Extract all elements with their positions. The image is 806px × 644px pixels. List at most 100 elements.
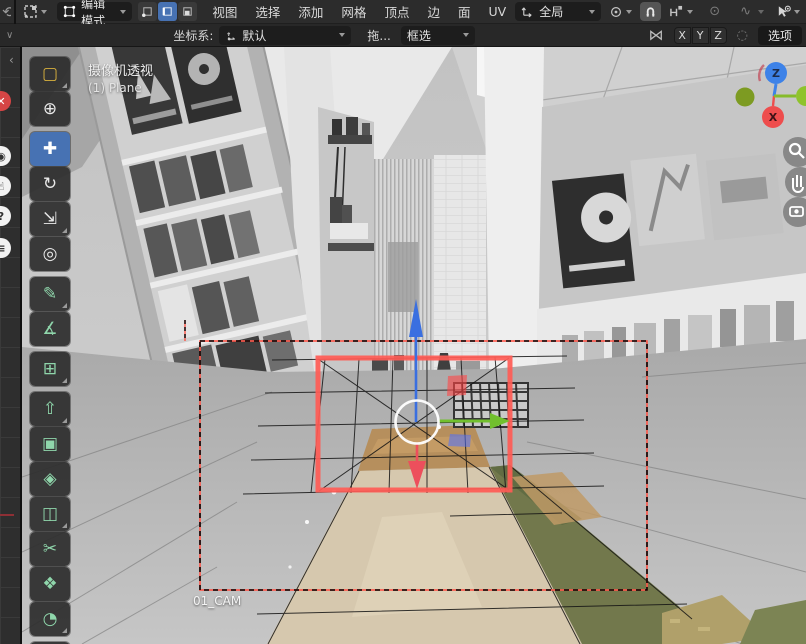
knife-icon: ✂ — [43, 532, 57, 566]
tool-annotate[interactable]: ✎ — [30, 277, 70, 311]
axis-x-label: X — [769, 111, 778, 124]
tool-tweak-select[interactable]: ▢ — [30, 57, 70, 91]
face-mode-button[interactable] — [178, 2, 197, 21]
tool-transform[interactable]: ◎ — [30, 237, 70, 271]
tool-measure[interactable]: ∡ — [30, 312, 70, 346]
subtool-corner-icon — [62, 228, 67, 233]
active-object-label: (1) Plane — [88, 81, 142, 95]
chevron-down-icon — [41, 10, 47, 14]
tool-bevel[interactable]: ◈ — [30, 462, 70, 496]
chevron-down-icon — [758, 10, 764, 14]
editor-type-icon — [23, 4, 38, 19]
options-button[interactable]: 选项 — [758, 26, 802, 45]
add-cube-icon: ⊞ — [43, 352, 57, 386]
chevron-down-icon — [794, 10, 800, 14]
pivot-point-dropdown[interactable] — [605, 2, 636, 21]
inset-faces-icon: ▣ — [42, 427, 58, 461]
side-panel-strip: ‹ ✕ ◉ ☝? ≡ — [0, 47, 22, 644]
list-icon[interactable]: ≡ — [0, 238, 11, 258]
select-mode-group — [138, 2, 197, 21]
orientation-value: 全局 — [539, 3, 584, 20]
poly-build-icon: ❖ — [42, 567, 57, 601]
viewport-3d[interactable]: Z X — [22, 47, 806, 644]
viewport-header: ⟲ 编辑模式 — [0, 0, 806, 24]
mirror-x-button[interactable]: X — [674, 27, 691, 44]
tool-add-cube[interactable]: ⊞ — [30, 352, 70, 386]
menu-uv[interactable]: UV — [479, 4, 515, 19]
subtool-corner-icon — [62, 523, 67, 528]
tool-move[interactable]: ✚ — [30, 132, 70, 166]
help-icon[interactable]: ? — [0, 206, 11, 226]
record-icon[interactable]: ◉ — [0, 146, 11, 166]
annotate-icon: ✎ — [43, 277, 57, 311]
coordinate-system-dropdown[interactable]: 默认 — [219, 26, 351, 45]
edit-mode-icon — [63, 5, 76, 18]
collapse-panel-icon[interactable]: ‹ — [9, 53, 14, 67]
snap-toggle-button[interactable] — [640, 2, 661, 21]
subtool-corner-icon — [62, 418, 67, 423]
tool-settings-bar: ∨ 坐标系: 默认 拖... 框选 ⋈ X Y Z ◌ 选项 — [0, 24, 806, 47]
orientation-axes-icon — [521, 5, 534, 18]
rotate-icon: ↻ — [43, 167, 57, 201]
tool-rotate[interactable]: ↻ — [30, 167, 70, 201]
coordinate-cursor-icon — [225, 29, 237, 42]
subtool-corner-icon — [62, 83, 67, 88]
menu-select[interactable]: 选择 — [246, 2, 289, 21]
snap-target-dropdown[interactable] — [665, 2, 697, 21]
chevron-down-icon — [626, 10, 632, 14]
mirror-y-button[interactable]: Y — [692, 27, 709, 44]
falloff-curve-icon: ∿ — [736, 4, 755, 19]
subtool-corner-icon — [62, 303, 67, 308]
vertex-select-icon — [141, 5, 154, 18]
proportional-falloff-dropdown[interactable]: ∿ — [732, 2, 768, 21]
magnet-icon — [644, 5, 657, 19]
chevron-down-icon — [687, 10, 693, 14]
edge-mode-button[interactable] — [158, 2, 177, 21]
transform-orientation-dropdown[interactable]: 全局 — [515, 2, 601, 21]
extrude-region-icon: ⇧ — [43, 392, 57, 426]
blender-window: ⟲ 编辑模式 — [0, 0, 806, 644]
divider — [14, 0, 16, 24]
measure-icon: ∡ — [42, 312, 57, 346]
cursor-icon: ⊕ — [43, 92, 57, 126]
face-select-icon — [181, 5, 194, 18]
tool-knife[interactable]: ✂ — [30, 532, 70, 566]
tool-inset-faces[interactable]: ▣ — [30, 427, 70, 461]
tool-spin[interactable]: ◔ — [30, 602, 70, 636]
drag-mode-dropdown[interactable]: 框选 — [401, 26, 475, 45]
tool-scale[interactable]: ⇲ — [30, 202, 70, 236]
coordinate-system-value: 默认 — [242, 27, 334, 44]
menu-edge[interactable]: 边 — [418, 2, 449, 21]
tool-poly-build[interactable]: ❖ — [30, 567, 70, 601]
editor-type-button[interactable] — [19, 2, 51, 21]
tool-loop-cut[interactable]: ◫ — [30, 497, 70, 531]
drag-mode-value: 框选 — [407, 27, 458, 44]
menu-face[interactable]: 面 — [449, 2, 480, 21]
tool-extrude-region[interactable]: ⇧ — [30, 392, 70, 426]
hand-icon[interactable]: ☝ — [0, 176, 11, 196]
proportional-edit-toggle[interactable]: ⊙ — [701, 2, 728, 21]
snap-increment-icon — [669, 5, 684, 18]
dashed-circle-icon[interactable]: ◌ — [733, 28, 752, 43]
drag-label: 拖... — [367, 27, 390, 44]
chevron-down-icon — [120, 10, 126, 14]
strip-chevron-icon[interactable]: ∨ — [6, 30, 13, 41]
sync-icon[interactable]: ⟲ — [2, 3, 11, 21]
mirror-icon[interactable]: ⋈ — [645, 26, 668, 44]
close-icon[interactable]: ✕ — [0, 91, 11, 111]
scale-icon: ⇲ — [43, 202, 57, 236]
menu-mesh[interactable]: 网格 — [332, 2, 375, 21]
mode-selector[interactable]: 编辑模式 — [57, 2, 132, 21]
vertex-mode-button[interactable] — [138, 2, 157, 21]
edge-select-icon — [161, 5, 174, 18]
show-gizmo-dropdown[interactable] — [772, 2, 804, 21]
menu-view[interactable]: 视图 — [203, 2, 246, 21]
menu-add[interactable]: 添加 — [289, 2, 332, 21]
menu-vertex[interactable]: 顶点 — [375, 2, 418, 21]
mirror-z-button[interactable]: Z — [710, 27, 727, 44]
chevron-down-icon — [463, 33, 469, 37]
gizmo-visibility-icon — [776, 5, 791, 19]
spin-icon: ◔ — [43, 602, 58, 636]
tool-cursor[interactable]: ⊕ — [30, 92, 70, 126]
coordinate-system-label: 坐标系: — [173, 27, 213, 44]
